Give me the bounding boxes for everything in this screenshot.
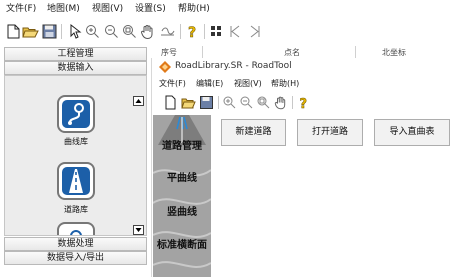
roadtool-menu-file[interactable]: 文件(F) bbox=[159, 78, 186, 89]
roadtool-menu-help[interactable]: 帮助(H) bbox=[271, 78, 299, 89]
column-header-north[interactable]: 北坐标 bbox=[382, 47, 406, 58]
new-file-icon[interactable] bbox=[163, 95, 178, 110]
svg-text:?: ? bbox=[300, 97, 308, 110]
measure-icon[interactable] bbox=[159, 23, 176, 40]
new-road-button[interactable]: 新建道路 bbox=[221, 119, 286, 146]
section-data-input[interactable]: 数据输入 bbox=[4, 61, 147, 75]
roadtool-title: RoadLibrary.SR - RoadTool bbox=[175, 61, 292, 71]
forward-icon[interactable] bbox=[246, 23, 263, 40]
roadtool-content: 新建道路 打开道路 导入直曲表 bbox=[212, 115, 465, 277]
new-file-icon[interactable] bbox=[5, 23, 22, 40]
main-toolbar: ? bbox=[0, 19, 465, 45]
scroll-down-button[interactable] bbox=[133, 225, 144, 235]
roadtool-menu-view[interactable]: 视图(V) bbox=[234, 78, 262, 89]
svg-text:?: ? bbox=[188, 25, 196, 40]
sidebar-item-road-management[interactable]: 道路管理 bbox=[153, 137, 211, 152]
back-icon[interactable] bbox=[227, 23, 244, 40]
toolbar-separator bbox=[204, 24, 205, 39]
open-folder-icon[interactable] bbox=[181, 95, 196, 110]
toolbar-separator bbox=[218, 96, 219, 109]
roadtool-menubar: 文件(F) 编辑(E) 视图(V) 帮助(H) bbox=[152, 75, 465, 91]
zoom-out-icon[interactable] bbox=[103, 23, 120, 40]
save-icon[interactable] bbox=[199, 95, 214, 110]
grid-icon[interactable] bbox=[208, 23, 225, 40]
sidebar-item-standard-cross-section[interactable]: 标准横断面 bbox=[153, 236, 211, 251]
zoom-in-icon[interactable] bbox=[222, 95, 237, 110]
toolbar-separator bbox=[61, 24, 62, 39]
section-data-process[interactable]: 数据处理 bbox=[4, 237, 147, 251]
roadtool-titlebar[interactable]: RoadLibrary.SR - RoadTool bbox=[152, 58, 465, 75]
road-library-icon[interactable] bbox=[57, 162, 95, 200]
column-divider bbox=[355, 46, 356, 58]
menu-help[interactable]: 帮助(H) bbox=[178, 4, 210, 15]
help-icon[interactable]: ? bbox=[296, 95, 311, 113]
menu-map[interactable]: 地图(M) bbox=[47, 4, 80, 15]
open-folder-icon[interactable] bbox=[22, 23, 39, 40]
roadtool-app-icon bbox=[159, 61, 171, 76]
column-header-index[interactable]: 序号 bbox=[161, 47, 177, 58]
save-icon[interactable] bbox=[41, 23, 58, 40]
main-menubar: 文件(F) 地图(M) 视图(V) 设置(S) 帮助(H) bbox=[0, 0, 465, 19]
menu-file[interactable]: 文件(F) bbox=[6, 4, 36, 15]
zoom-extent-icon[interactable] bbox=[121, 23, 138, 40]
road-library-label: 道路库 bbox=[64, 205, 88, 214]
curve-library-icon[interactable] bbox=[57, 95, 95, 133]
zoom-extent-icon[interactable] bbox=[256, 95, 271, 110]
grid-header: 序号 点名 北坐标 bbox=[150, 46, 465, 58]
column-divider bbox=[202, 46, 203, 58]
menu-view[interactable]: 视图(V) bbox=[92, 4, 123, 15]
zoom-in-icon[interactable] bbox=[84, 23, 101, 40]
section-project[interactable]: 工程管理 bbox=[4, 47, 147, 61]
pan-hand-icon[interactable] bbox=[273, 95, 288, 110]
roadtool-window: RoadLibrary.SR - RoadTool 文件(F) 编辑(E) 视图… bbox=[151, 58, 465, 277]
curve-library-label: 曲线库 bbox=[64, 137, 88, 146]
left-panel: × 工程管理 数据输入 曲线库 道路库 bbox=[2, 46, 149, 277]
roadtool-sidebar: 道路管理 平曲线 竖曲线 标准横断面 bbox=[153, 115, 211, 277]
data-input-body: 曲线库 道路库 bbox=[4, 75, 147, 236]
open-road-button[interactable]: 打开道路 bbox=[297, 119, 363, 146]
roadtool-menu-edit[interactable]: 编辑(E) bbox=[196, 78, 223, 89]
sidebar-item-vertical-curve[interactable]: 竖曲线 bbox=[153, 203, 211, 218]
import-curve-table-button[interactable]: 导入直曲表 bbox=[374, 119, 450, 146]
roadtool-toolbar: ? bbox=[152, 92, 465, 114]
toolbar-separator bbox=[180, 24, 181, 39]
zoom-out-icon[interactable] bbox=[239, 95, 254, 110]
toolbar-separator bbox=[292, 96, 293, 109]
column-header-point-name[interactable]: 点名 bbox=[284, 47, 300, 58]
help-icon[interactable]: ? bbox=[184, 23, 201, 40]
pan-hand-icon[interactable] bbox=[139, 23, 156, 40]
library-icon-partial[interactable] bbox=[57, 222, 95, 235]
menu-settings[interactable]: 设置(S) bbox=[135, 4, 166, 15]
pointer-icon[interactable] bbox=[66, 23, 83, 40]
section-data-io[interactable]: 数据导入/导出 bbox=[4, 251, 147, 265]
sidebar-item-horizontal-curve[interactable]: 平曲线 bbox=[153, 169, 211, 184]
scroll-up-button[interactable] bbox=[133, 96, 144, 106]
